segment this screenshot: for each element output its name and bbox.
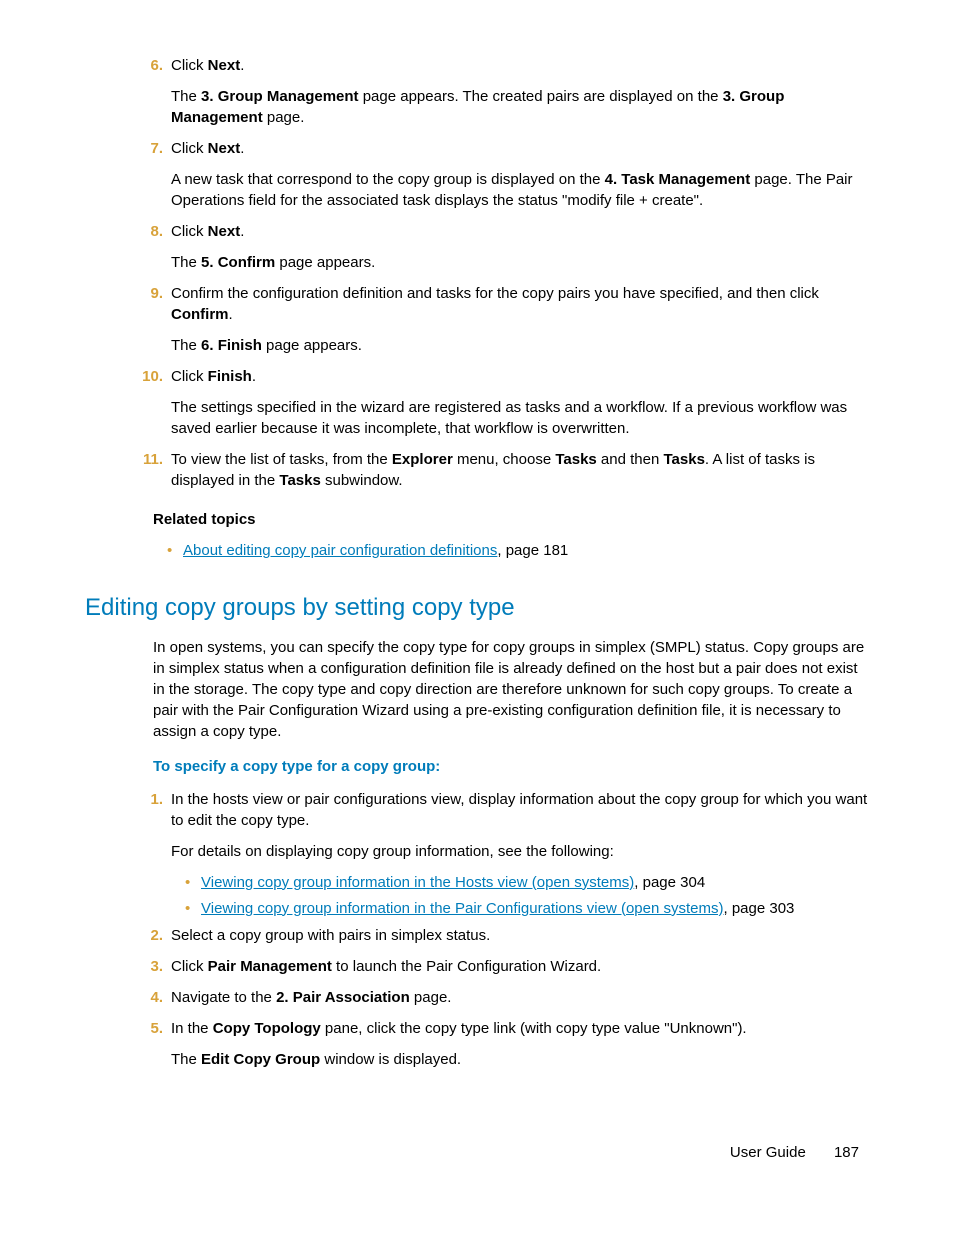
sublist-item: Viewing copy group information in the Ho… — [201, 872, 869, 893]
step-text: To view the list of tasks, from the Expl… — [171, 449, 869, 491]
sublist-item: Viewing copy group information in the Pa… — [201, 898, 869, 919]
step-b-1: 1. In the hosts view or pair configurati… — [153, 789, 869, 919]
step-text: The Edit Copy Group window is displayed. — [171, 1049, 869, 1070]
step-text: Select a copy group with pairs in simple… — [171, 925, 869, 946]
step-text: Click Next. — [171, 221, 869, 242]
related-topics-list: About editing copy pair configuration de… — [153, 540, 869, 561]
section-intro: In open systems, you can specify the cop… — [153, 637, 869, 742]
step-7: 7. Click Next. A new task that correspon… — [153, 138, 869, 211]
step-10: 10. Click Finish. The settings specified… — [153, 366, 869, 439]
step-text: Navigate to the 2. Pair Association page… — [171, 987, 869, 1008]
step-b-5: 5. In the Copy Topology pane, click the … — [153, 1018, 869, 1070]
step-text: In the hosts view or pair configurations… — [171, 789, 869, 831]
step-text: Click Next. — [171, 138, 869, 159]
related-item: About editing copy pair configuration de… — [183, 540, 869, 561]
step-text: A new task that correspond to the copy g… — [171, 169, 869, 211]
step-11: 11. To view the list of tasks, from the … — [153, 449, 869, 491]
step-number: 10. — [127, 366, 163, 387]
related-topics-heading: Related topics — [153, 509, 869, 530]
step-b-4: 4. Navigate to the 2. Pair Association p… — [153, 987, 869, 1008]
footer-label: User Guide — [730, 1144, 806, 1161]
step-text: The settings specified in the wizard are… — [171, 397, 869, 439]
step-8: 8. Click Next. The 5. Confirm page appea… — [153, 221, 869, 273]
sublist: Viewing copy group information in the Ho… — [171, 872, 869, 919]
step-number: 9. — [135, 283, 163, 304]
step-6: 6. Click Next. The 3. Group Management p… — [153, 55, 869, 128]
step-9: 9. Confirm the configuration definition … — [153, 283, 869, 356]
related-link[interactable]: About editing copy pair configuration de… — [183, 542, 497, 559]
inline-link[interactable]: Viewing copy group information in the Ho… — [201, 874, 634, 891]
procedure-subhead: To specify a copy type for a copy group: — [153, 756, 869, 777]
step-text: The 5. Confirm page appears. — [171, 252, 869, 273]
step-number: 5. — [135, 1018, 163, 1039]
step-text: Click Next. — [171, 55, 869, 76]
step-b-3: 3. Click Pair Management to launch the P… — [153, 956, 869, 977]
step-number: 7. — [135, 138, 163, 159]
step-text: Confirm the configuration definition and… — [171, 283, 869, 325]
step-number: 11. — [127, 449, 163, 470]
step-number: 4. — [135, 987, 163, 1008]
step-text: In the Copy Topology pane, click the cop… — [171, 1018, 869, 1039]
step-number: 3. — [135, 956, 163, 977]
section-title: Editing copy groups by setting copy type — [85, 591, 869, 625]
step-text: For details on displaying copy group inf… — [171, 841, 869, 862]
page-number: 187 — [834, 1144, 859, 1161]
step-b-2: 2. Select a copy group with pairs in sim… — [153, 925, 869, 946]
document-page: 6. Click Next. The 3. Group Management p… — [0, 0, 954, 1070]
step-text: Click Pair Management to launch the Pair… — [171, 956, 869, 977]
inline-link[interactable]: Viewing copy group information in the Pa… — [201, 900, 723, 917]
step-number: 6. — [135, 55, 163, 76]
step-text: The 6. Finish page appears. — [171, 335, 869, 356]
step-text: The 3. Group Management page appears. Th… — [171, 86, 869, 128]
page-footer: User Guide 187 — [730, 1142, 859, 1163]
step-text: Click Finish. — [171, 366, 869, 387]
step-number: 2. — [135, 925, 163, 946]
step-number: 1. — [135, 789, 163, 810]
step-number: 8. — [135, 221, 163, 242]
